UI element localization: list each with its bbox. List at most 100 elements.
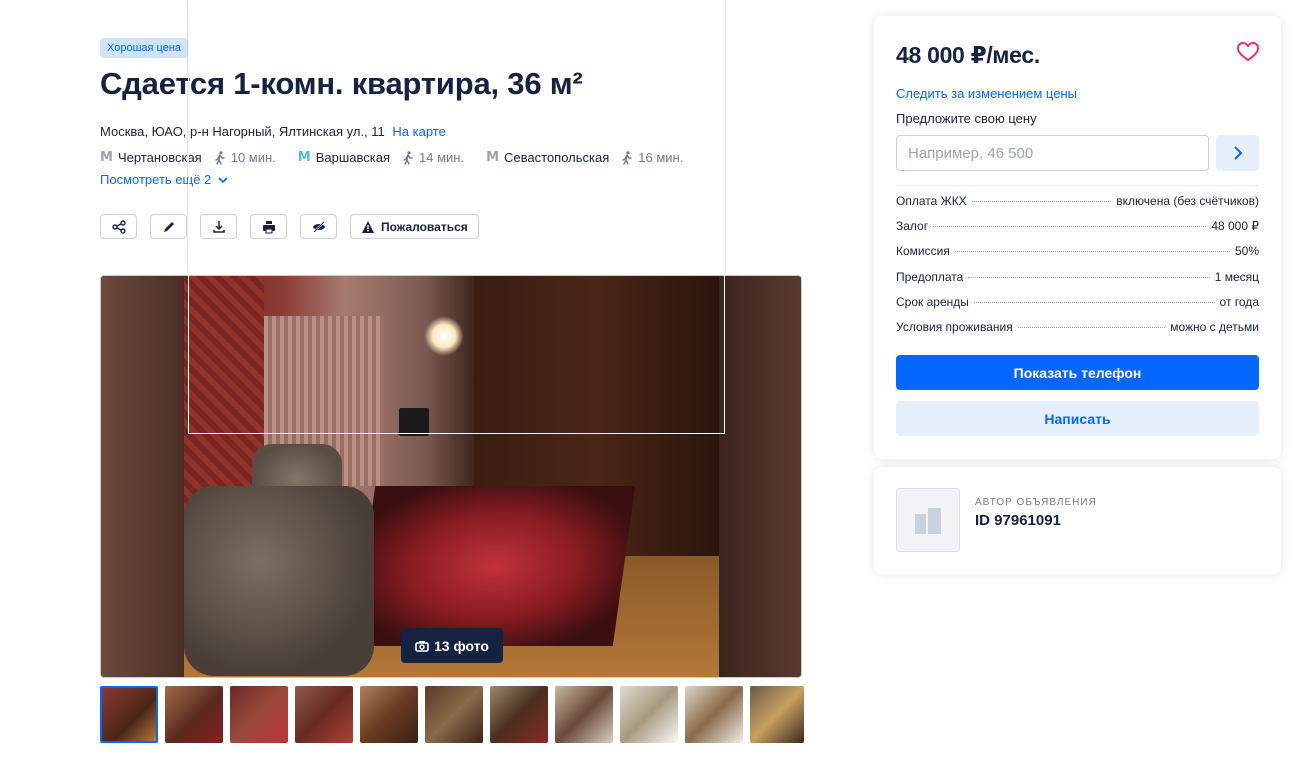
metro-station[interactable]: M Чертановская 10 мин. [100,150,276,165]
avatar[interactable] [896,488,960,552]
term-value: включена (без счётчиков) [1116,194,1259,208]
main-photo[interactable] [184,276,719,677]
report-button[interactable]: Пожаловаться [350,214,479,239]
price: 48 000 ₽/мес. [896,42,1040,68]
pencil-icon [163,221,174,232]
dotted-leader [973,301,1215,303]
track-price-link[interactable]: Следить за изменением цены [896,86,1077,101]
show-more-metro-link[interactable]: Посмотреть ещё 2 [100,172,228,187]
term-label: Условия проживания [896,319,1013,334]
term-label: Срок аренды [896,294,969,309]
term-value: от года [1219,294,1259,309]
metro-icon: M [297,150,311,165]
offer-price-label: Предложите свою цену [896,111,1037,126]
term-label: Оплата ЖКХ [896,194,967,208]
term-label: Предоплата [896,269,964,284]
show-more-label: Посмотреть ещё 2 [100,172,212,187]
divider [896,185,1259,186]
photo-detail [424,316,464,356]
term-label: Залог [896,219,929,234]
term-label: Комиссия [896,244,950,259]
hide-listing-button[interactable] [300,214,337,239]
dotted-leader [1017,326,1166,328]
walk-icon [215,150,225,165]
price-card: 48 000 ₽/мес. Следить за изменением цены… [874,16,1281,459]
walk-icon [622,150,632,165]
chevron-right-icon [1233,146,1242,160]
building-icon [915,508,941,534]
photo-thumbnail[interactable] [490,686,548,743]
metro-time: 14 мин. [419,150,465,165]
download-icon [212,220,225,233]
metro-time: 10 мин. [230,150,276,165]
print-button[interactable] [250,214,287,239]
rental-terms: Оплата ЖКХ включена (без счётчиков) Залог… [896,194,1259,345]
map-link[interactable]: На карте [392,124,445,139]
photo-count-button[interactable]: 13 фото [401,628,503,663]
show-phone-button[interactable]: Показать телефон [896,355,1259,390]
photo-thumbnail[interactable] [230,686,288,743]
term-row: Оплата ЖКХ включена (без счётчиков) [896,194,1259,219]
term-value: 1 месяц [1214,269,1259,284]
write-message-button[interactable]: Написать [896,401,1259,436]
term-value: 50% [1234,244,1259,259]
photo-detail [184,486,374,676]
warning-icon [362,220,374,233]
dotted-leader [954,251,1230,253]
photo-detail [399,408,429,436]
photo-thumbnail[interactable] [100,686,158,743]
address-text: Москва, ЮАО, р-н Нагорный, Ялтинская ул.… [100,124,385,139]
photo-detail [352,486,636,646]
metro-icon: M [100,150,113,165]
photo-thumbnail[interactable] [165,686,223,743]
chevron-down-icon [218,176,228,183]
metro-station[interactable]: M Севастопольская 16 мин. [486,150,683,165]
camera-icon [415,640,429,652]
dotted-leader [971,201,1112,202]
term-row: Комиссия 50% [896,244,1259,269]
metro-name: Варшавская [315,150,391,165]
photo-gallery[interactable]: 13 фото [100,275,802,678]
good-price-badge: Хорошая цена [100,38,189,58]
add-note-button[interactable] [150,214,187,239]
metro-name: Севастопольская [504,150,610,165]
metro-name: Чертановская [117,150,202,165]
thumbnail-strip [100,686,804,743]
submit-offer-button[interactable] [1216,135,1259,171]
actions-toolbar: Пожаловаться [100,214,492,239]
photo-thumbnail[interactable] [685,686,743,743]
author-card: Автор объявления ID 97961091 [874,467,1281,574]
metro-time: 16 мин. [638,150,684,165]
term-value: можно с детьми [1170,319,1259,334]
walk-icon [403,150,413,165]
term-row: Залог 48 000 ₽ [896,219,1259,244]
photo-thumbnail[interactable] [425,686,483,743]
address: Москва, ЮАО, р-н Нагорный, Ялтинская ул.… [100,124,446,139]
author-role: Автор объявления [975,497,1097,508]
photo-thumbnail[interactable] [620,686,678,743]
page-title: Сдается 1-комн. квартира, 36 м² [100,66,583,101]
printer-icon [262,220,275,233]
share-button[interactable] [100,214,137,239]
dotted-leader [968,276,1210,278]
photo-thumbnail[interactable] [555,686,613,743]
photo-thumbnail[interactable] [750,686,804,743]
dotted-leader [933,226,1207,228]
term-value: 48 000 ₽ [1211,219,1259,234]
photo-thumbnail[interactable] [360,686,418,743]
photo-count-label: 13 фото [434,637,489,654]
term-row: Условия проживания можно с детьми [896,320,1259,345]
metro-list: M Чертановская 10 мин. M Варшавская 14 м… [100,150,705,165]
report-label: Пожаловаться [381,219,468,234]
metro-station[interactable]: M Варшавская 14 мин. [298,150,464,165]
offer-price-input[interactable] [896,135,1209,171]
photo-thumbnail[interactable] [295,686,353,743]
eye-off-icon [312,220,325,233]
share-icon [111,219,126,234]
download-button[interactable] [200,214,237,239]
term-row: Срок аренды от года [896,295,1259,320]
term-row: Предоплата 1 месяц [896,270,1259,295]
heart-icon[interactable] [1237,42,1259,62]
metro-icon: M [486,150,500,165]
author-id[interactable]: ID 97961091 [975,512,1061,529]
